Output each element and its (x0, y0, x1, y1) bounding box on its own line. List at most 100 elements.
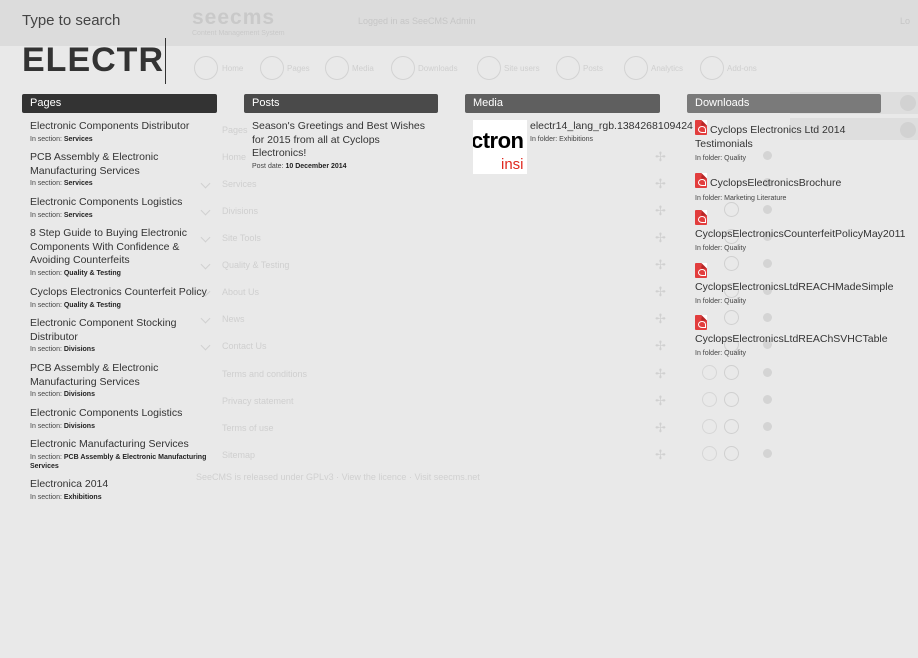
background-analytics-icon (624, 56, 648, 80)
media-thumbnail-text: insi (501, 156, 524, 173)
section-name: Quality & Testing (63, 269, 121, 277)
download-result-folder: In folder: Quality (695, 350, 746, 357)
page-result-item[interactable]: Electronic Components Distributor In sec… (30, 120, 212, 144)
section-prefix: In section: (30, 269, 64, 277)
download-result-title: CyclopsElectronicsLtdREACHMadeSimple (695, 263, 918, 294)
pdf-icon (695, 210, 707, 225)
pages-column-header: Pages (22, 94, 217, 113)
background-move-icon: ✢ (655, 338, 666, 353)
page-result-section: In section: Divisions (30, 390, 212, 399)
download-result-title: CyclopsElectronicsLtdREAChSVHCTable (695, 315, 918, 346)
background-pages-icon (260, 56, 284, 80)
page-result-title: 8 Step Guide to Buying Electronic Compon… (30, 227, 188, 266)
media-result-item[interactable]: electr14_lang_rgb.1384268109424 In folde… (530, 120, 695, 144)
section-name: Divisions (63, 346, 95, 353)
background-tree-row: News ✢ (200, 305, 780, 331)
page-result-title: PCB Assembly & Electronic Manufacturing … (30, 362, 159, 388)
background-view-icon (702, 392, 717, 407)
download-title-text: CyclopsElectronicsLtdREACHMadeSimple (695, 280, 894, 293)
background-tree-label: Home (222, 152, 247, 162)
background-toolbar-label: Home (222, 64, 244, 73)
page-result-title: Electronic Manufacturing Services (30, 438, 189, 450)
background-tree-row: About Us ✢ (200, 278, 780, 304)
background-tree-label: Site Tools (222, 233, 261, 243)
page-result-section: In section: Divisions (30, 345, 212, 354)
background-tree-label: Privacy statement (222, 396, 294, 406)
download-result-item[interactable]: CyclopsElectronicsCounterfeitPolicyMay20… (695, 210, 918, 253)
background-tree-label: Sitemap (222, 450, 256, 460)
section-prefix: In section: (30, 180, 64, 187)
download-title-text: CyclopsElectronicsLtdREAChSVHCTable (695, 332, 888, 345)
pdf-icon (695, 315, 707, 330)
post-result-item[interactable]: Season's Greetings and Best Wishes for 2… (252, 120, 427, 171)
background-media-icon (325, 56, 349, 80)
background-toolbar: Home Pages Media Downloads Site users Po… (192, 56, 772, 82)
download-result-item[interactable]: CyclopsElectronicsLtdREAChSVHCTable In f… (695, 315, 918, 358)
search-query-text: ELECTR (22, 41, 164, 79)
background-move-icon: ✢ (655, 176, 666, 191)
page-result-title: Cyclops Electronics Counterfeit Policy (30, 286, 207, 298)
download-result-title: Cyclops Electronics Ltd 2014 Testimonial… (695, 120, 865, 151)
page-result-title: Electronic Components Logistics (30, 196, 183, 208)
download-result-title: CyclopsElectronicsCounterfeitPolicyMay20… (695, 210, 918, 241)
download-result-item[interactable]: Cyclops Electronics Ltd 2014 Testimonial… (695, 120, 865, 163)
background-logo: seecms (192, 6, 276, 29)
page-result-item[interactable]: Electronic Components Logistics In secti… (30, 407, 212, 431)
background-tree-row: Sitemap ✢ (200, 441, 780, 467)
page-result-item[interactable]: Cyclops Electronics Counterfeit Policy I… (30, 286, 216, 310)
download-result-item[interactable]: CyclopsElectronicsBrochure In folder: Ma… (695, 173, 910, 203)
download-result-folder: In folder: Marketing Literature (695, 194, 787, 202)
post-result-title: Season's Greetings and Best Wishes for 2… (252, 120, 426, 159)
background-move-icon: ✢ (655, 230, 666, 245)
background-logout-link: Lo (900, 16, 911, 26)
background-move-icon: ✢ (655, 149, 666, 164)
section-name: Divisions (63, 422, 95, 430)
downloads-results-column: Downloads Cyclops Electronics Ltd 2014 T… (687, 94, 905, 357)
background-move-icon: ✢ (655, 447, 666, 462)
background-delete-icon (763, 395, 772, 404)
background-toolbar-label: Add-ons (727, 64, 757, 73)
download-result-item[interactable]: CyclopsElectronicsLtdREACHMadeSimple In … (695, 263, 918, 306)
download-result-folder: In folder: Quality (695, 298, 746, 305)
section-prefix: In section: (30, 301, 64, 309)
background-logged-in-text: Logged in as SeeCMS Admin (358, 16, 476, 26)
background-tree-row: Divisions ✢ (200, 197, 780, 223)
page-result-item[interactable]: Electronic Components Logistics In secti… (30, 196, 212, 220)
section-name: Services (63, 180, 93, 187)
background-view-icon (702, 419, 717, 434)
posts-results-column: Posts Season's Greetings and Best Wishes… (244, 94, 438, 170)
page-result-item[interactable]: 8 Step Guide to Buying Electronic Compon… (30, 227, 212, 278)
background-tree-row: Quality & Testing ✢ (200, 251, 780, 277)
background-delete-icon (763, 422, 772, 431)
background-toolbar-label: Site users (504, 64, 540, 73)
background-delete-icon (763, 449, 772, 458)
page-result-item[interactable]: Electronica 2014 In section: Exhibitions (30, 478, 212, 502)
background-move-icon: ✢ (655, 420, 666, 435)
background-tree-label: Terms of use (222, 423, 274, 433)
background-logo-subtitle: Content Management System (192, 30, 285, 37)
page-result-item[interactable]: Electronic Manufacturing Services In sec… (30, 438, 212, 471)
page-result-section: In section: Services (30, 211, 212, 220)
search-label: Type to search (22, 12, 121, 29)
background-help-icon (900, 122, 916, 138)
background-tree-label: Pages (222, 125, 248, 135)
section-name: Services (63, 211, 93, 219)
search-input[interactable]: ELECTR (22, 38, 166, 84)
download-title-text: CyclopsElectronicsCounterfeitPolicyMay20… (695, 227, 906, 240)
background-move-icon: ✢ (655, 284, 666, 299)
background-toolbar-label: Posts (583, 64, 604, 73)
media-thumbnail[interactable]: ctron insi (473, 120, 527, 174)
background-add-ons-icon (700, 56, 724, 80)
background-tree-label: News (222, 314, 245, 324)
background-tree-label: Divisions (222, 206, 259, 216)
background-downloads-icon (391, 56, 415, 80)
background-posts-icon (556, 56, 580, 80)
background-move-icon: ✢ (655, 257, 666, 272)
background-check-icon (724, 419, 739, 434)
page-result-item[interactable]: Electronic Component Stocking Distributo… (30, 317, 212, 354)
page-result-item[interactable]: PCB Assembly & Electronic Manufacturing … (30, 151, 212, 188)
download-result-folder: In folder: Quality (695, 245, 746, 252)
background-move-icon: ✢ (655, 366, 666, 381)
background-tree-label: Services (222, 179, 257, 189)
page-result-item[interactable]: PCB Assembly & Electronic Manufacturing … (30, 362, 212, 399)
